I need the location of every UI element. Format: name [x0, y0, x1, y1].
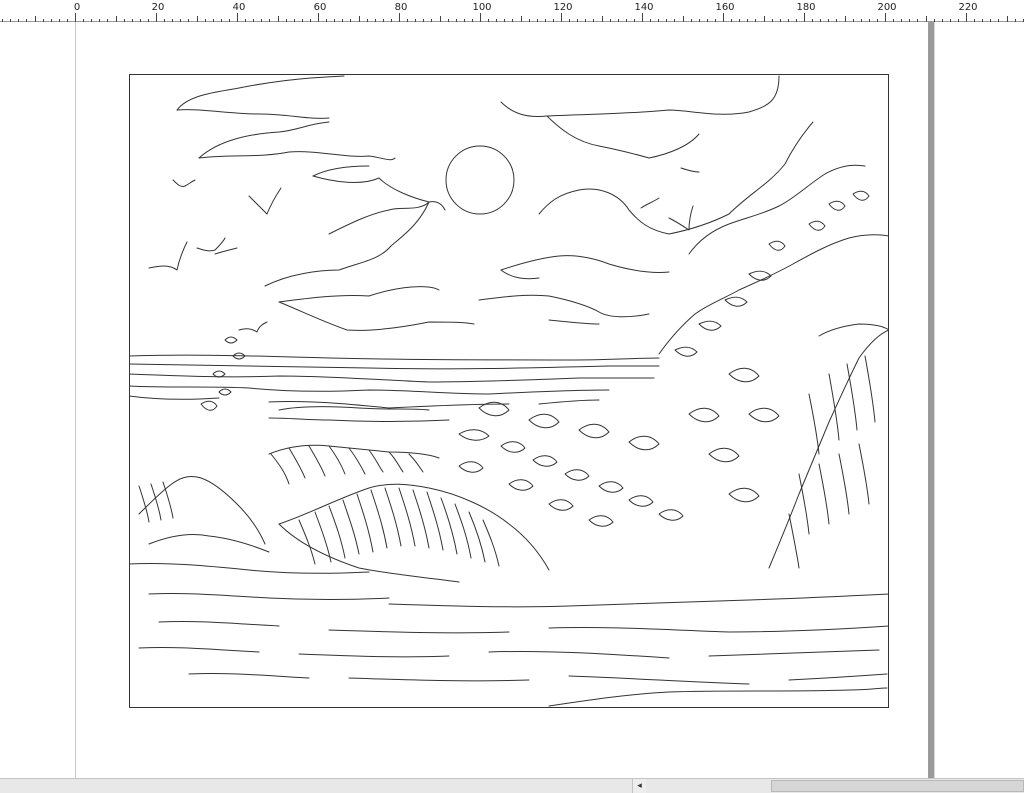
ruler-label: 60: [313, 2, 327, 13]
scrollbar-thumb[interactable]: [771, 780, 1024, 792]
ruler-label: 180: [796, 2, 816, 13]
ruler-label: 40: [232, 2, 246, 13]
horizontal-scrollbar[interactable]: ◂: [0, 778, 1024, 793]
page-right-guide: [934, 22, 935, 778]
ruler-label: 140: [634, 2, 654, 13]
rocks-right: [658, 164, 889, 569]
ruler-label: 20: [151, 2, 165, 13]
horizontal-ruler[interactable]: 0 20 40 60 80 100 120 140 160 180 200 220: [0, 0, 1024, 22]
crashing-wave-left: [268, 406, 450, 485]
chevron-left-icon: ◂: [637, 781, 642, 791]
seagulls: [148, 167, 700, 333]
foreground-water: [129, 562, 889, 707]
ruler-label: 0: [73, 2, 81, 13]
ruler-label: 200: [877, 2, 897, 13]
ruler-label: 100: [472, 2, 492, 13]
ruler-label: 160: [715, 2, 735, 13]
ruler-label: 120: [553, 2, 573, 13]
main-wave-center: [138, 475, 550, 583]
artwork-frame[interactable]: [129, 74, 889, 708]
scroll-left-button[interactable]: ◂: [632, 779, 646, 793]
artwork-border: [129, 74, 889, 708]
foam-spray: [200, 336, 684, 527]
ruler-label: 80: [394, 2, 408, 13]
wave-line-art: [129, 74, 889, 708]
sea-horizon: [129, 354, 660, 409]
page-left-edge: [75, 22, 76, 778]
ruler-label: 220: [958, 2, 978, 13]
sun-shape: [445, 145, 515, 215]
